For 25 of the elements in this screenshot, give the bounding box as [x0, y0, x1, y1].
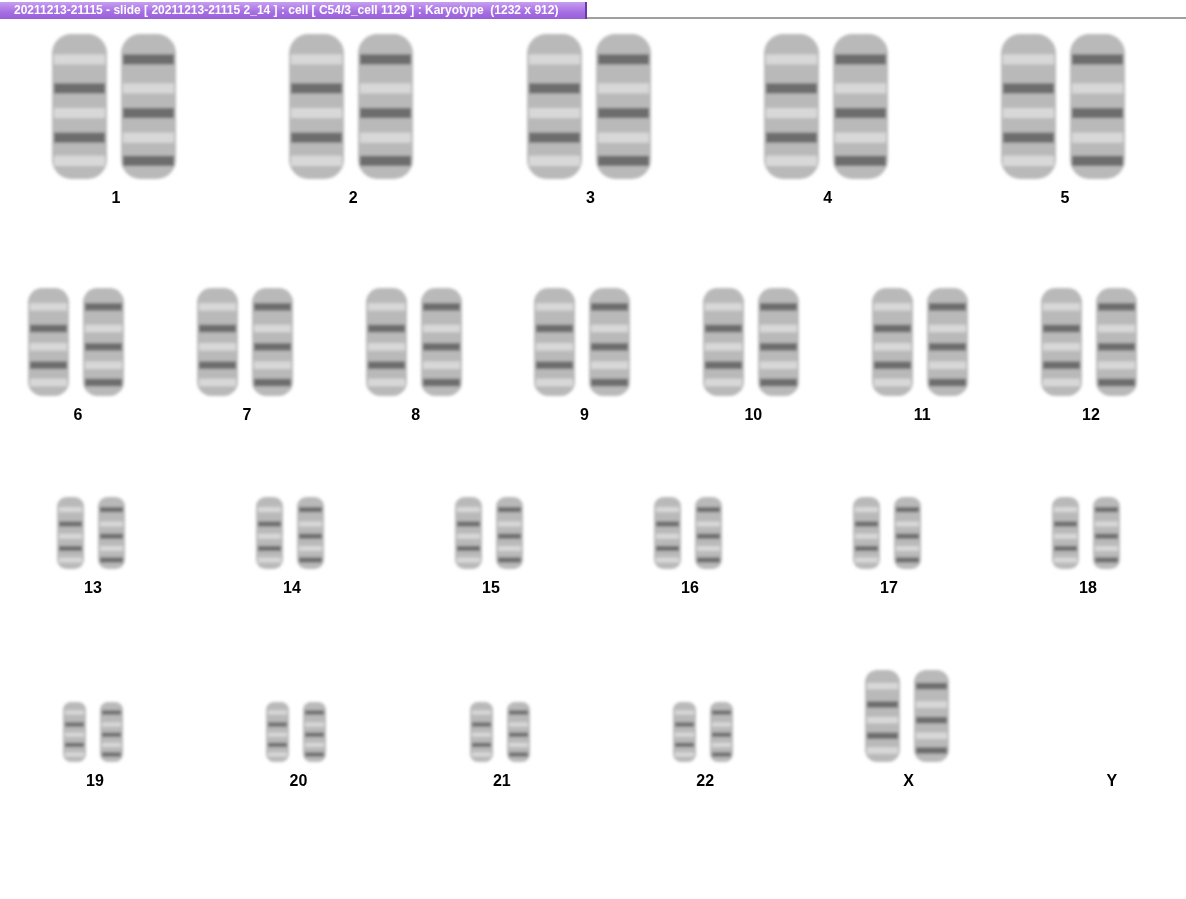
chromosome-label: 4 — [823, 189, 833, 207]
chromosome-label: 10 — [744, 406, 763, 424]
chromosome-label: 8 — [411, 406, 421, 424]
chromosome-label: 16 — [681, 579, 699, 597]
chromosome-label: 7 — [242, 406, 252, 424]
chromosome-label: 6 — [73, 406, 83, 424]
chromosome-label: 13 — [84, 579, 102, 597]
chromosome-label: 1 — [111, 189, 121, 207]
chromosome-label: Y — [1106, 772, 1118, 790]
chromosome-label: 19 — [86, 772, 104, 790]
chromosome-label: 9 — [580, 406, 589, 424]
chromosome-label: X — [903, 772, 914, 790]
chromosome-label: 5 — [1060, 189, 1070, 207]
chromosome-label: 11 — [913, 406, 931, 424]
chromosome-label: 2 — [348, 189, 358, 207]
chromosome-label: 21 — [492, 772, 511, 790]
chromosome-label: 22 — [696, 772, 715, 790]
chromosome-label: 18 — [1079, 579, 1097, 597]
chromosome-label: 20 — [289, 772, 308, 790]
chromosome-label: 15 — [482, 579, 500, 597]
chromosome-label: 14 — [283, 579, 301, 597]
window-title: 20211213-21115 - slide [ 20211213-21115 2_14 ] : cell [ C54/3_cell 1129 ] : Karyotype (1232 x 912) — [0, 2, 587, 19]
chromosome-label: 12 — [1082, 406, 1100, 424]
chromosome-label: 3 — [586, 189, 595, 207]
chromosome-label: 17 — [880, 579, 898, 597]
